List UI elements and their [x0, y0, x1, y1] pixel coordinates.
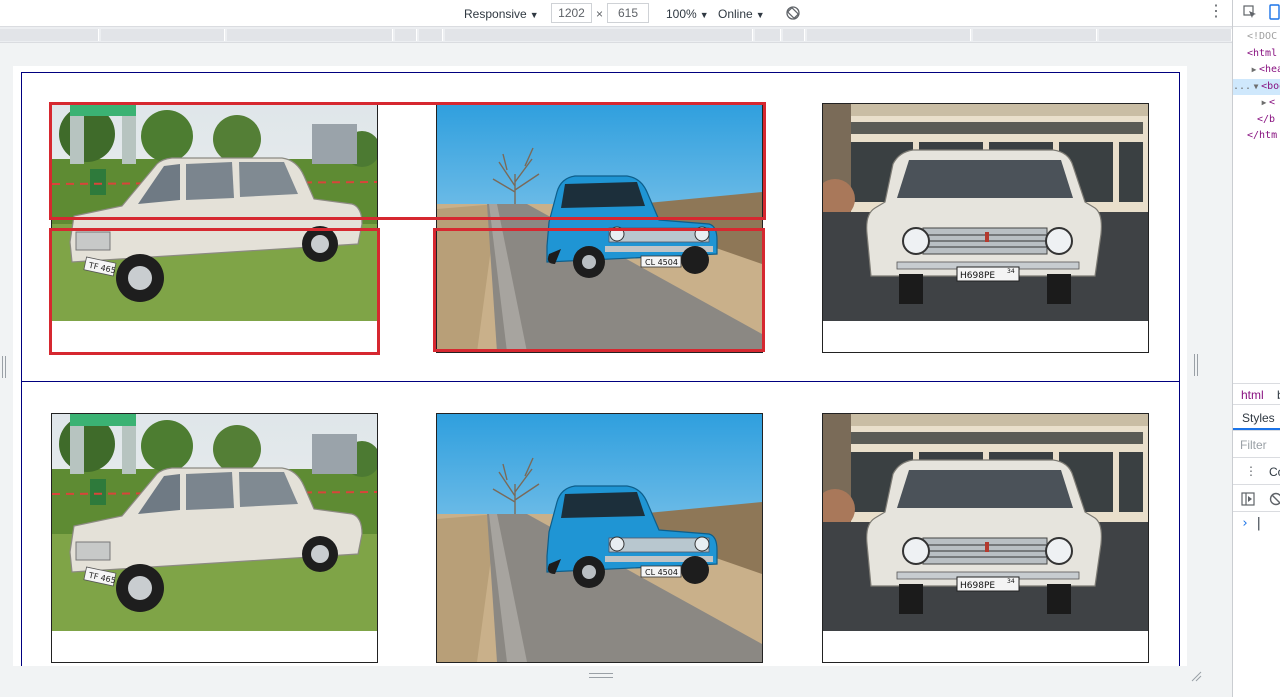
devtools-panel: <!DOC <html ▶<hea ...▼<bod ▶< </b </htm …	[1232, 0, 1280, 697]
vertical-dots-icon[interactable]: ⋮	[1245, 464, 1257, 478]
blue-sedan-photo: CL 4504	[437, 104, 762, 352]
resize-corner-icon[interactable]	[1190, 670, 1202, 682]
white-sedan-front-photo: Н698РЕ 34	[823, 104, 1148, 321]
car-card: Н698РЕ 34	[822, 413, 1149, 663]
dom-line[interactable]: <html	[1247, 46, 1277, 62]
active-tab-indicator	[1233, 428, 1280, 430]
styles-filter: Filter	[1233, 431, 1280, 458]
dom-line[interactable]: ...▼<bod	[1233, 79, 1280, 95]
media-query-bar[interactable]	[0, 27, 1232, 43]
dom-line[interactable]: <!DOC	[1247, 29, 1277, 45]
breadcrumb-item[interactable]: html	[1241, 388, 1264, 402]
console-drawer-header: ⋮ Co	[1233, 459, 1280, 485]
filter-input[interactable]: Filter	[1240, 438, 1267, 452]
dom-line-label: <bod	[1261, 81, 1280, 92]
chevron-down-icon: ▼	[755, 10, 765, 20]
device-toolbar: Responsive ▼ 1202 × 615 100% ▼ Online ▼ ⋮	[0, 0, 1232, 27]
throttle-label: Online	[718, 7, 753, 21]
chevron-down-icon: ▼	[529, 10, 539, 20]
expand-triangle-icon[interactable]: ▶	[1249, 62, 1259, 78]
vertical-dots-icon[interactable]: ⋮	[1208, 4, 1224, 21]
white-sedan-photo: ТF 465	[52, 414, 377, 631]
sidebar-toggle-icon[interactable]	[1241, 492, 1255, 506]
dom-line[interactable]: ▶<hea	[1249, 62, 1280, 78]
region-code: 34	[1007, 268, 1015, 275]
car-card: CL 4504	[436, 103, 763, 353]
console-toolbar	[1233, 486, 1280, 512]
resize-handle-right[interactable]	[1194, 354, 1198, 376]
license-plate: CL 4504	[645, 568, 678, 577]
region-code: 34	[1007, 578, 1015, 585]
device-select[interactable]: Responsive ▼	[464, 6, 539, 22]
dom-line-label: <hea	[1259, 64, 1280, 75]
throttle-select[interactable]: Online ▼	[718, 6, 765, 22]
zoom-select[interactable]: 100% ▼	[666, 6, 709, 22]
dom-line[interactable]: ▶ <	[1259, 95, 1275, 111]
car-card: ТF 465	[51, 103, 378, 353]
car-card: Н698РЕ 34	[822, 103, 1149, 353]
prompt-chevron-icon: ›	[1241, 516, 1249, 531]
inspect-icon[interactable]	[1243, 5, 1257, 19]
device-mode-icon[interactable]	[1269, 4, 1280, 20]
license-plate: Н698РЕ	[960, 271, 995, 281]
emulated-viewport: ТF 465 CL 4504 Н698РЕ 34 ТF 465 CL 4504 …	[13, 66, 1187, 666]
times-sign: ×	[596, 7, 604, 21]
chevron-down-icon: ▼	[699, 10, 709, 20]
height-input[interactable]: 615	[607, 3, 649, 23]
tab-console[interactable]: Co	[1269, 465, 1280, 479]
console-prompt[interactable]: › |	[1241, 516, 1263, 531]
dom-line[interactable]: </htm	[1247, 128, 1277, 144]
white-sedan-photo: ТF 465	[52, 104, 377, 321]
license-plate: Н698РЕ	[960, 581, 995, 591]
zoom-label: 100%	[666, 7, 697, 21]
license-plate: CL 4504	[645, 258, 678, 267]
rotate-icon[interactable]	[785, 5, 801, 21]
white-sedan-front-photo: Н698РЕ 34	[823, 414, 1148, 631]
device-label: Responsive	[464, 7, 527, 21]
styles-tabs: Styles	[1233, 405, 1280, 431]
width-input[interactable]: 1202	[551, 3, 592, 23]
car-card: CL 4504	[436, 413, 763, 663]
car-card: ТF 465	[51, 413, 378, 663]
resize-handle-left[interactable]	[2, 356, 6, 378]
dom-line[interactable]: </b	[1257, 112, 1275, 128]
tab-styles[interactable]: Styles	[1242, 411, 1275, 425]
breadcrumb: html b	[1233, 383, 1280, 405]
dom-line-label: <	[1269, 97, 1276, 108]
devtools-window: Responsive ▼ 1202 × 615 100% ▼ Online ▼ ⋮	[0, 0, 1280, 697]
ellipsis-icon[interactable]: ...	[1233, 81, 1251, 92]
resize-handle-bottom[interactable]	[589, 673, 613, 678]
blue-sedan-photo: CL 4504	[437, 414, 762, 662]
clear-console-icon[interactable]	[1269, 492, 1280, 506]
expand-triangle-icon[interactable]: ▶	[1259, 95, 1269, 111]
collapse-triangle-icon[interactable]: ▼	[1251, 79, 1261, 95]
devtools-toolbar	[1233, 0, 1280, 27]
